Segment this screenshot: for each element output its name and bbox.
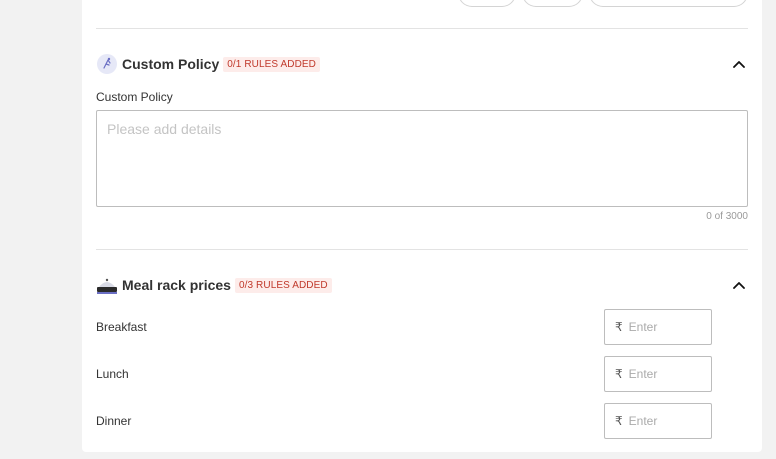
custom-policy-header[interactable]: Custom Policy 0/1 RULES ADDED [96,52,748,76]
character-counter: 0 of 3000 [706,211,748,222]
meal-label: Lunch [96,367,129,381]
rupee-icon: ₹ [615,320,623,334]
policy-icon [96,53,118,75]
price-field-dinner[interactable]: ₹ [604,403,712,439]
custom-policy-field-label: Custom Policy [96,90,173,104]
meal-label: Breakfast [96,320,147,334]
policy-card: Custom Policy 0/1 RULES ADDED Custom Pol… [82,0,762,452]
meal-row-lunch: Lunch ₹ [96,356,712,392]
meal-rack-title: Meal rack prices [122,277,231,293]
price-field-breakfast[interactable]: ₹ [604,309,712,345]
meal-rack-rules-badge: 0/3 RULES ADDED [234,277,332,293]
lunch-price-input[interactable] [628,367,699,381]
top-pill-button-3[interactable] [589,0,748,7]
dinner-price-input[interactable] [628,414,699,428]
rupee-icon: ₹ [615,414,623,428]
meal-row-breakfast: Breakfast ₹ [96,309,712,345]
price-field-lunch[interactable]: ₹ [604,356,712,392]
meal-row-dinner: Dinner ₹ [96,403,712,439]
top-pill-button-1[interactable] [458,0,516,7]
top-pill-button-2[interactable] [522,0,583,7]
meal-rack-header[interactable]: Meal rack prices 0/3 RULES ADDED [96,273,748,297]
section-divider [96,249,748,250]
chevron-up-icon[interactable] [730,55,748,73]
rupee-icon: ₹ [615,367,623,381]
custom-policy-details-input[interactable] [96,110,748,207]
custom-policy-title: Custom Policy [122,56,220,72]
custom-policy-rules-badge: 0/1 RULES ADDED [223,56,321,72]
section-divider [96,28,748,29]
chevron-up-icon[interactable] [730,276,748,294]
meal-tray-icon [96,274,118,296]
breakfast-price-input[interactable] [628,320,699,334]
meal-label: Dinner [96,414,132,428]
